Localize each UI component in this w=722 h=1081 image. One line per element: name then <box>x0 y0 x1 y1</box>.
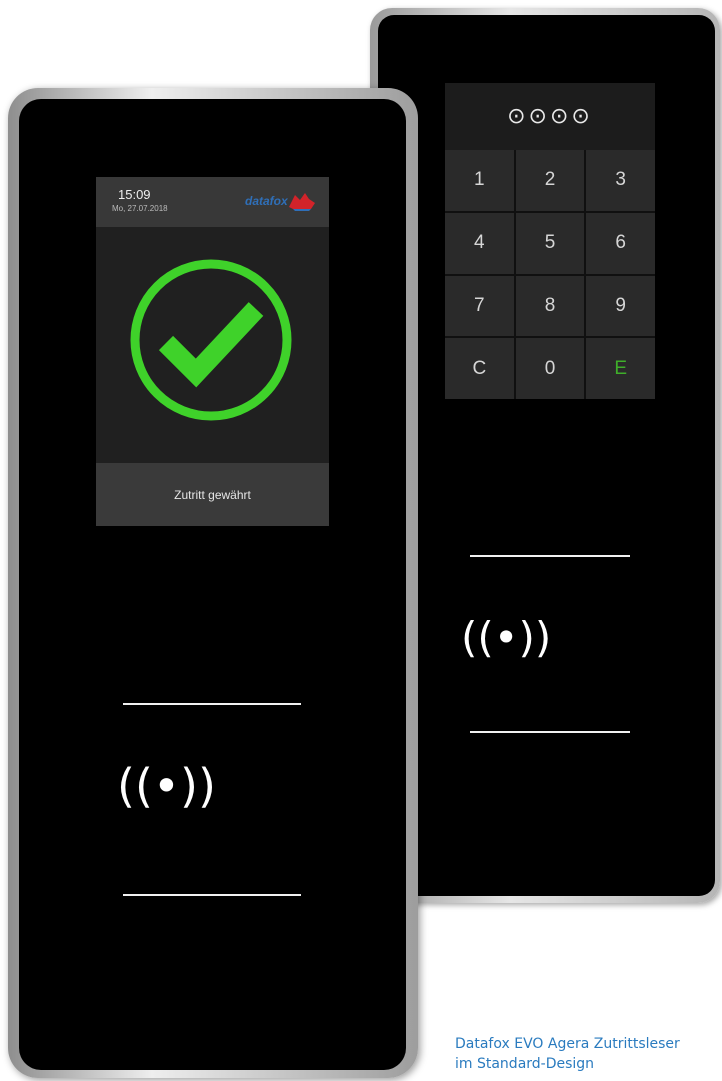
reader-bottom-line <box>470 731 630 733</box>
key-8[interactable]: 8 <box>515 275 585 337</box>
image-caption: Datafox EVO Agera Zutrittsleser im Stand… <box>455 1034 680 1074</box>
caption-line-1: Datafox EVO Agera Zutrittsleser <box>455 1036 680 1052</box>
touch-display: 15:09 Mo, 27.07.2018 datafox Zutritt gew… <box>96 177 329 526</box>
key-3[interactable]: 3 <box>586 150 655 211</box>
keypad-reader-face: ⊙⊙⊙⊙ 1 2 3 4 5 6 7 8 9 C 0 E ((•)) <box>378 15 715 896</box>
key-7[interactable]: 7 <box>445 275 514 337</box>
key-0[interactable]: 0 <box>515 338 585 399</box>
key-1[interactable]: 1 <box>445 150 514 211</box>
fox-icon <box>289 193 315 211</box>
key-clear[interactable]: C <box>445 338 514 399</box>
reader-bottom-line <box>123 894 301 896</box>
logo-wordmark: datafox <box>245 194 288 208</box>
key-5[interactable]: 5 <box>515 212 585 274</box>
key-2[interactable]: 2 <box>515 150 585 211</box>
key-9[interactable]: 9 <box>586 275 655 337</box>
caption-line-2: im Standard-Design <box>455 1056 595 1072</box>
keypad-reader-device: ⊙⊙⊙⊙ 1 2 3 4 5 6 7 8 9 C 0 E ((•)) <box>370 8 720 903</box>
display-reader-face: 15:09 Mo, 27.07.2018 datafox Zutritt gew… <box>19 99 406 1070</box>
pin-display: ⊙⊙⊙⊙ <box>507 104 593 129</box>
clock-date: Mo, 27.07.2018 <box>112 204 168 213</box>
rfid-wave-icon: ((•)) <box>461 613 552 662</box>
key-enter[interactable]: E <box>586 338 655 399</box>
key-4[interactable]: 4 <box>445 212 514 274</box>
rfid-wave-icon: ((•)) <box>117 759 216 813</box>
clock-time: 15:09 <box>118 187 151 202</box>
status-bar: Zutritt gewährt <box>96 463 329 526</box>
access-granted-check-icon <box>130 259 292 421</box>
keypad-grid: 1 2 3 4 5 6 7 8 9 C 0 E <box>445 150 655 399</box>
keypad-panel: ⊙⊙⊙⊙ 1 2 3 4 5 6 7 8 9 C 0 E <box>445 83 655 399</box>
access-status-text: Zutritt gewährt <box>174 487 251 502</box>
datafox-logo: datafox <box>245 191 317 213</box>
key-6[interactable]: 6 <box>586 212 655 274</box>
reader-top-line <box>470 555 630 557</box>
display-reader-device: 15:09 Mo, 27.07.2018 datafox Zutritt gew… <box>8 88 418 1078</box>
display-header: 15:09 Mo, 27.07.2018 datafox <box>96 177 329 227</box>
reader-top-line <box>123 703 301 705</box>
